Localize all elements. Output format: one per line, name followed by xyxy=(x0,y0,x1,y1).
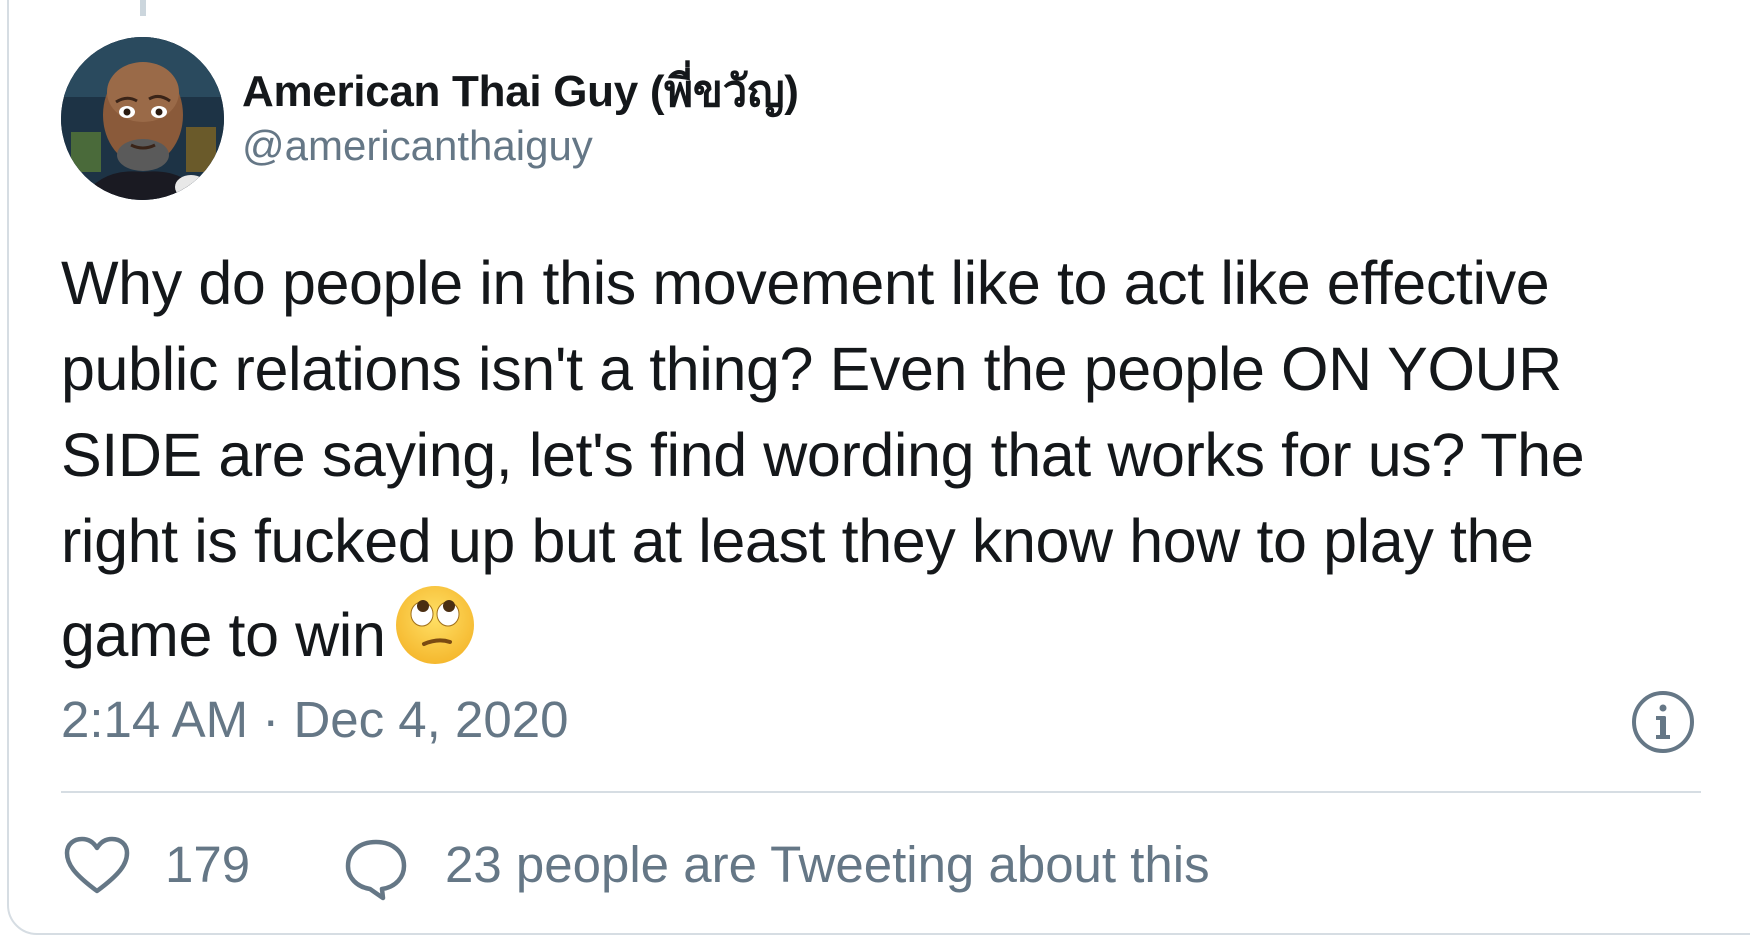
author-display-name[interactable]: American Thai Guy (พี่ขวัญ) xyxy=(242,56,799,126)
heart-icon[interactable] xyxy=(64,836,130,896)
face-with-rolling-eyes-emoji xyxy=(395,586,474,664)
tweeting-about-this-link[interactable]: 23 people are Tweeting about this xyxy=(445,835,1210,894)
divider xyxy=(61,791,1701,793)
tweet-text: Why do people in this movement like to a… xyxy=(61,240,1681,678)
tweet-timestamp[interactable]: 2:14 AM · Dec 4, 2020 xyxy=(61,690,568,749)
author-handle[interactable]: @americanthaiguy xyxy=(242,122,593,170)
avatar-photo xyxy=(61,37,224,200)
speech-bubble-icon[interactable] xyxy=(343,836,409,902)
like-count[interactable]: 179 xyxy=(165,835,250,894)
avatar[interactable] xyxy=(61,37,224,200)
thread-connector-line xyxy=(140,0,146,16)
info-icon[interactable] xyxy=(1630,689,1696,755)
tweet-text-body: Why do people in this movement like to a… xyxy=(61,249,1585,669)
